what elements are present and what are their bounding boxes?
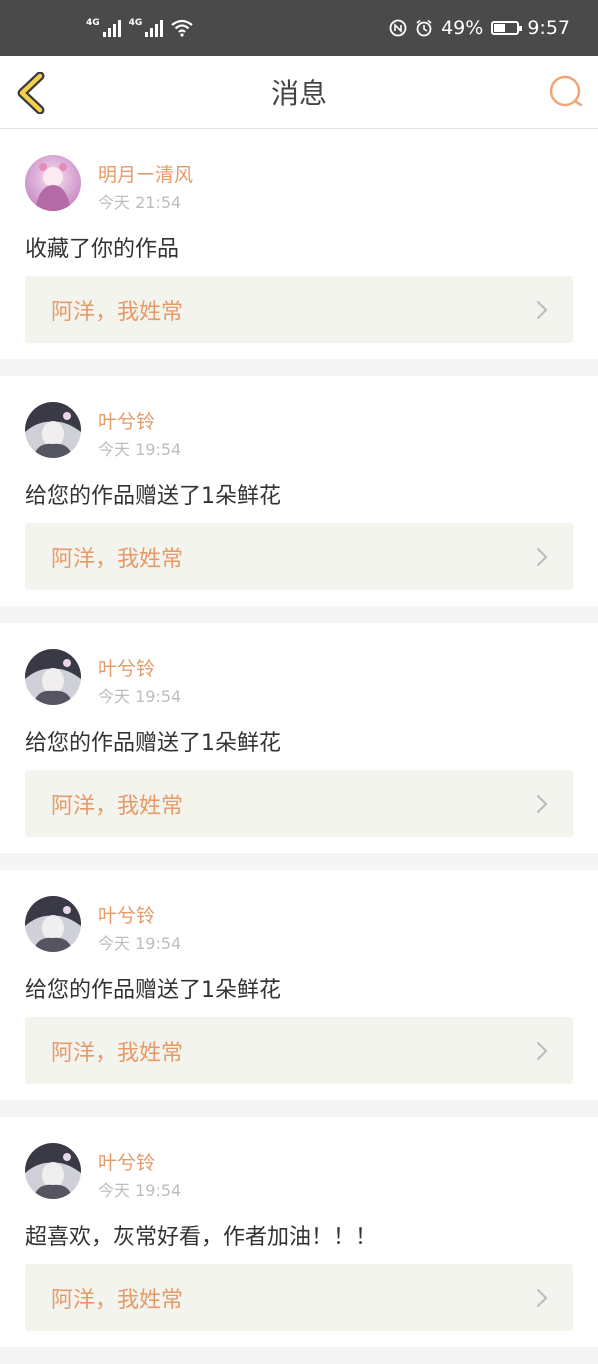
work-title: 阿洋，我姓常 <box>51 546 184 572</box>
battery-fill <box>494 24 506 32</box>
message-card: 叶兮铃今天 19:54 给您的作品赠送了1朵鲜花阿洋，我姓常 <box>0 376 598 606</box>
status-bar: 4G 4G 49% 9:57 <box>0 0 598 56</box>
message-time: 今天 19:54 <box>98 687 182 706</box>
message-card: 叶兮铃今天 19:54 给您的作品赠送了1朵鲜花阿洋，我姓常 <box>0 623 598 853</box>
navigation-bar: 消息 <box>0 56 598 129</box>
back-chevron-icon[interactable] <box>14 72 48 114</box>
message-text: 收藏了你的作品 <box>25 237 180 262</box>
message-text: 给您的作品赠送了1朵鲜花 <box>25 978 281 1003</box>
message-text: 给您的作品赠送了1朵鲜花 <box>25 731 281 756</box>
message-text: 超喜欢，灰常好看，作者加油！！！ <box>25 1225 378 1250</box>
search-icon[interactable] <box>548 74 584 110</box>
status-right: 49% 9:57 <box>389 17 570 39</box>
message-card: 叶兮铃今天 19:54 超喜欢，灰常好看，作者加油！！！ 阿洋，我姓常 <box>0 1117 598 1347</box>
message-list: 明月ー清风 今天 21:54 收藏了你的作品 阿洋，我姓常 叶兮铃 今天 19:54 给您的… <box>0 129 598 1364</box>
sender-name[interactable]: 叶兮铃 <box>98 901 155 928</box>
avatar[interactable] <box>25 402 81 458</box>
chevron-right-icon <box>536 794 548 813</box>
sender-name[interactable]: 叶兮铃 <box>98 654 155 681</box>
sender-name[interactable]: 明月ー清风 <box>98 160 193 187</box>
battery-icon <box>491 21 523 35</box>
work-title: 阿洋，我姓常 <box>51 299 184 325</box>
work-title: 阿洋，我姓常 <box>51 1040 184 1066</box>
signal-icon: 4G <box>86 19 121 37</box>
work-link[interactable]: 阿洋，我姓常 <box>25 1264 573 1331</box>
work-title: 阿洋，我姓常 <box>51 1287 184 1313</box>
avatar[interactable] <box>25 155 81 211</box>
battery-percent: 49% <box>441 17 484 39</box>
message-card: 叶兮铃今天 19:54 给您的作品赠送了1朵鲜花阿洋，我姓常 <box>0 870 598 1100</box>
chevron-right-icon <box>536 547 548 566</box>
avatar[interactable] <box>25 649 81 705</box>
sender-name[interactable]: 叶兮铃 <box>98 1148 155 1175</box>
signal-icon: 4G <box>129 19 164 37</box>
work-link[interactable]: 阿洋，我姓常 <box>25 770 573 837</box>
alarm-icon <box>416 19 432 37</box>
avatar[interactable] <box>25 896 81 952</box>
clock-time: 9:57 <box>527 17 570 39</box>
work-link[interactable]: 阿洋，我姓常 <box>25 1017 573 1084</box>
work-title: 阿洋，我姓常 <box>51 793 184 819</box>
message-time: 今天 19:54 <box>98 440 182 459</box>
nfc-icon <box>389 19 407 37</box>
message-card: 明月ー清风今天 21:54 收藏了你的作品阿洋，我姓常 <box>0 129 598 359</box>
message-text: 给您的作品赠送了1朵鲜花 <box>25 484 281 509</box>
chevron-right-icon <box>536 300 548 319</box>
wifi-icon <box>171 19 193 37</box>
sender-name[interactable]: 叶兮铃 <box>98 407 155 434</box>
message-time: 今天 21:54 <box>98 193 182 212</box>
message-time: 今天 19:54 <box>98 934 182 953</box>
message-time: 今天 19:54 <box>98 1181 182 1200</box>
chevron-right-icon <box>536 1041 548 1060</box>
work-link[interactable]: 阿洋，我姓常 <box>25 276 573 343</box>
network-type-label: 4G <box>86 18 100 28</box>
work-link[interactable]: 阿洋，我姓常 <box>25 523 573 590</box>
avatar[interactable] <box>25 1143 81 1199</box>
chevron-right-icon <box>536 1288 548 1307</box>
page-title: 消息 <box>270 77 327 110</box>
network-type-label: 4G <box>128 18 143 28</box>
status-left: 4G 4G <box>86 19 193 37</box>
